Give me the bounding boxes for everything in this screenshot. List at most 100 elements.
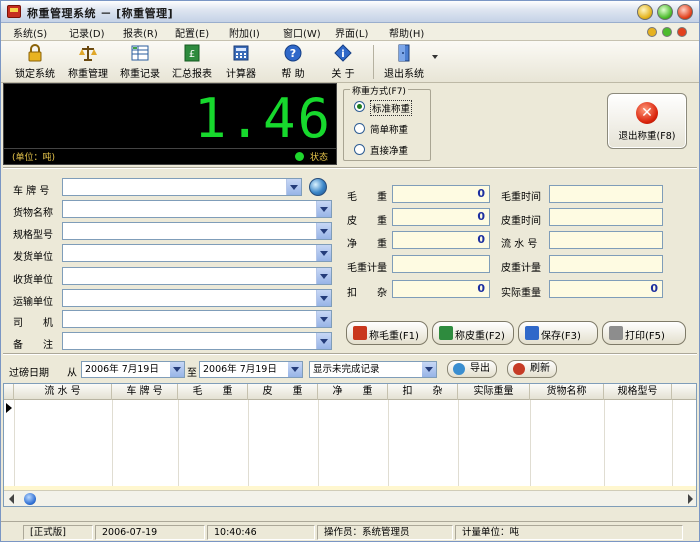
- summary-report-button[interactable]: £ 汇总报表: [167, 43, 217, 80]
- table-header: 流 水 号 车 牌 号 毛 重 皮 重 净 重 扣 杂 实际重量 货物名称 规格…: [4, 384, 696, 400]
- chevron-down-icon[interactable]: [170, 362, 184, 377]
- receiver-combo[interactable]: [62, 267, 332, 285]
- current-row-indicator-icon: [6, 403, 12, 413]
- display-status-strip: (单位：吨) 状态: [4, 148, 336, 164]
- export-button[interactable]: 导出: [447, 360, 497, 378]
- menu-extra[interactable]: 附加(I): [229, 25, 260, 40]
- driver-combo[interactable]: [62, 310, 332, 328]
- help-button[interactable]: ? 帮 助: [275, 43, 311, 80]
- exit-dropdown-arrow-icon[interactable]: [432, 55, 438, 59]
- col-serial[interactable]: 流 水 号: [14, 384, 112, 400]
- gross-field[interactable]: 0: [392, 185, 490, 203]
- spec-combo[interactable]: [62, 222, 332, 240]
- menu-config[interactable]: 配置(E): [175, 25, 209, 40]
- shipper-combo[interactable]: [62, 244, 332, 262]
- chevron-down-icon[interactable]: [286, 179, 301, 195]
- chevron-down-icon[interactable]: [316, 223, 331, 239]
- truck-tare-icon: [439, 326, 453, 340]
- menu-help[interactable]: 帮助(H): [389, 25, 424, 40]
- actual-weight-field[interactable]: 0: [549, 280, 663, 298]
- globe-icon[interactable]: [309, 178, 327, 196]
- calculator-button[interactable]: 计算器: [221, 43, 261, 80]
- weigh-mode-group: 称重方式(F7) 标准称重 简单称重 直接净重: [343, 84, 431, 161]
- save-button[interactable]: 保存(F3): [518, 321, 598, 345]
- scroll-thumb[interactable]: [24, 493, 36, 505]
- mdi-minimize-button[interactable]: [647, 27, 657, 37]
- cargo-name-combo[interactable]: [62, 200, 332, 218]
- display-unit: (单位：吨): [12, 153, 56, 163]
- tare-time-field[interactable]: [549, 208, 663, 226]
- about-button[interactable]: i 关 于: [325, 43, 361, 80]
- exit-system-button[interactable]: 退出系统: [377, 43, 431, 80]
- col-plate[interactable]: 车 牌 号: [112, 384, 178, 400]
- col-spec[interactable]: 规格型号: [604, 384, 672, 400]
- menu-records[interactable]: 记录(D): [69, 25, 105, 40]
- col-tare[interactable]: 皮 重: [248, 384, 318, 400]
- serial-label: 流 水 号: [501, 239, 538, 250]
- menu-window[interactable]: 窗口(W): [283, 25, 321, 40]
- chevron-down-icon[interactable]: [316, 201, 331, 217]
- radio-selected-icon: [354, 101, 365, 112]
- save-disk-icon: [525, 326, 539, 340]
- status-indicator-icon: [295, 152, 304, 161]
- weigh-records-button[interactable]: 称重记录: [115, 43, 165, 80]
- chevron-down-icon[interactable]: [316, 268, 331, 284]
- scroll-right-icon[interactable]: [688, 494, 693, 504]
- close-button[interactable]: [677, 4, 693, 20]
- status-time: 10:40:46: [207, 525, 315, 540]
- scale-icon: [79, 46, 97, 61]
- chevron-down-icon[interactable]: [316, 245, 331, 261]
- menu-reports[interactable]: 报表(R): [123, 25, 158, 40]
- refresh-button[interactable]: 刷新: [507, 360, 557, 378]
- records-table[interactable]: 流 水 号 车 牌 号 毛 重 皮 重 净 重 扣 杂 实际重量 货物名称 规格…: [3, 383, 697, 507]
- carrier-combo[interactable]: [62, 289, 332, 307]
- col-actual[interactable]: 实际重量: [458, 384, 530, 400]
- printer-icon: [609, 326, 623, 340]
- mdi-close-button[interactable]: [677, 27, 687, 37]
- scroll-left-icon[interactable]: [9, 494, 14, 504]
- chevron-down-icon[interactable]: [316, 311, 331, 327]
- gross-meter-field[interactable]: [392, 255, 490, 273]
- deduct-field[interactable]: 0: [392, 280, 490, 298]
- gross-time-field[interactable]: [549, 185, 663, 203]
- window-title: 称重管理系统 － [称重管理]: [27, 7, 174, 20]
- col-net[interactable]: 净 重: [318, 384, 388, 400]
- mdi-restore-button[interactable]: [662, 27, 672, 37]
- chevron-down-icon[interactable]: [422, 362, 436, 377]
- record-filter-select[interactable]: 显示未完成记录: [309, 361, 437, 378]
- cargo-name-label: 货物名称: [13, 208, 53, 219]
- horizontal-scrollbar[interactable]: [4, 490, 696, 506]
- date-filter-label: 过磅日期: [9, 368, 49, 379]
- minimize-button[interactable]: [637, 4, 653, 20]
- spec-label: 规格型号: [13, 230, 53, 241]
- start-date-picker[interactable]: 2006年 7月19日: [81, 361, 185, 378]
- chevron-down-icon[interactable]: [316, 290, 331, 306]
- menu-interface[interactable]: 界面(L): [335, 25, 368, 40]
- weigh-gross-button[interactable]: 称毛重(F1): [346, 321, 428, 345]
- col-deduct[interactable]: 扣 杂: [388, 384, 458, 400]
- chevron-down-icon[interactable]: [316, 333, 331, 349]
- weigh-tare-button[interactable]: 称皮重(F2): [432, 321, 514, 345]
- lock-system-button[interactable]: 锁定系统: [11, 43, 59, 80]
- receiver-label: 收货单位: [13, 275, 53, 286]
- col-gross[interactable]: 毛 重: [178, 384, 248, 400]
- chevron-down-icon[interactable]: [288, 362, 302, 377]
- plate-combo[interactable]: [62, 178, 302, 196]
- end-date-picker[interactable]: 2006年 7月19日: [199, 361, 303, 378]
- serial-field[interactable]: [549, 231, 663, 249]
- row-header-corner: [4, 384, 14, 400]
- print-button[interactable]: 打印(F5): [602, 321, 686, 345]
- menu-system[interactable]: 系统(S): [13, 25, 47, 40]
- app-icon: [7, 5, 21, 18]
- col-cargo[interactable]: 货物名称: [530, 384, 604, 400]
- divider: [3, 167, 697, 169]
- tare-meter-field[interactable]: [549, 255, 663, 273]
- carrier-label: 运输单位: [13, 297, 53, 308]
- tare-field[interactable]: 0: [392, 208, 490, 226]
- remark-combo[interactable]: [62, 332, 332, 350]
- weigh-manage-button[interactable]: 称重管理: [63, 43, 113, 80]
- exit-weigh-button[interactable]: ✕ 退出称重(F8): [607, 93, 687, 149]
- net-field[interactable]: 0: [392, 231, 490, 249]
- maximize-button[interactable]: [657, 4, 673, 20]
- refresh-icon: [513, 363, 525, 375]
